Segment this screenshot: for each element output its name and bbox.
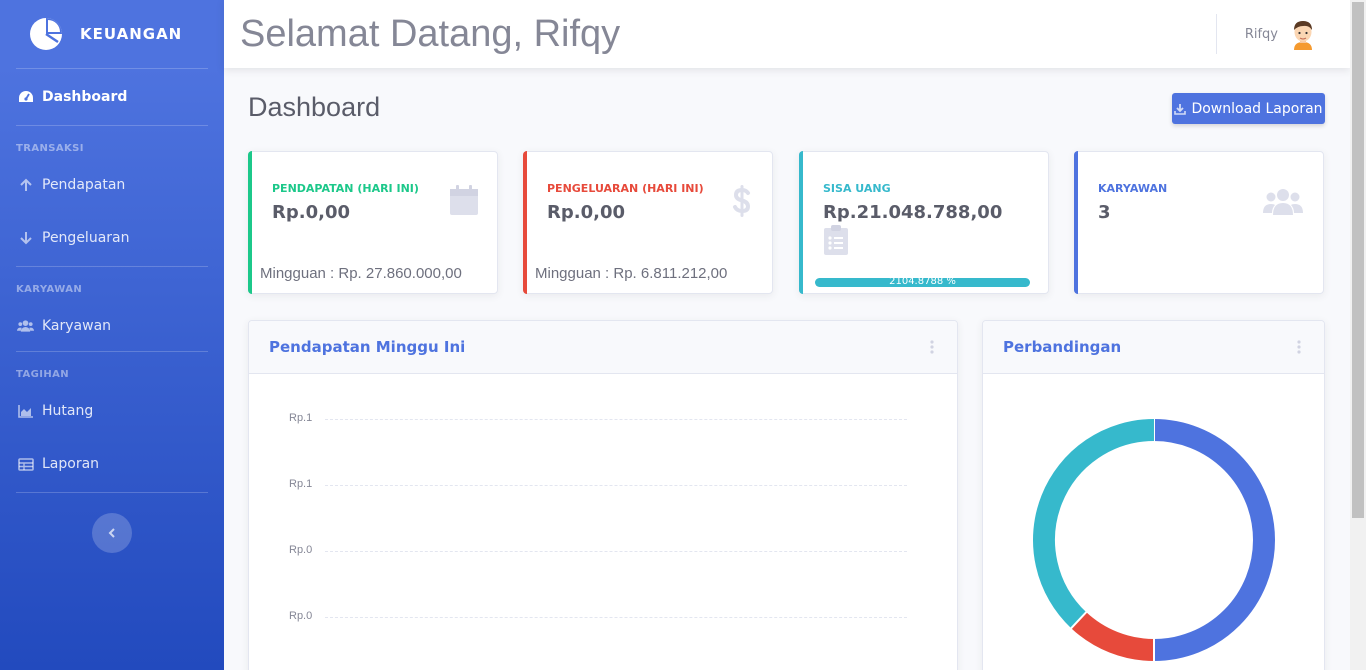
sidebar-heading-transaksi: TRANSAKSI bbox=[16, 143, 84, 154]
area-chart-icon bbox=[17, 403, 34, 419]
sidebar-item-dashboard[interactable]: Dashboard bbox=[0, 69, 224, 125]
download-report-button[interactable]: Download Laporan bbox=[1172, 93, 1325, 124]
card-value: 3 bbox=[1098, 202, 1111, 223]
card-label: PENDAPATAN (HARI INI) bbox=[272, 182, 419, 195]
avatar[interactable] bbox=[1288, 18, 1318, 50]
users-icon bbox=[17, 318, 34, 334]
clipboard-list-icon bbox=[824, 225, 848, 255]
dollar-icon bbox=[733, 185, 751, 217]
sidebar-item-label: Laporan bbox=[42, 456, 100, 472]
sidebar-heading-tagihan: TAGIHAN bbox=[16, 369, 69, 380]
donut-slice[interactable] bbox=[1033, 419, 1155, 629]
sidebar-toggle-wrap bbox=[0, 493, 224, 553]
topbar: Selamat Datang, Rifqy Rifqy bbox=[224, 0, 1350, 68]
y-tick-label: Rp.0 bbox=[289, 544, 313, 556]
gridline bbox=[325, 551, 907, 552]
sidebar-item-label: Karyawan bbox=[42, 318, 112, 334]
sidebar-heading-karyawan: KARYAWAN bbox=[16, 284, 83, 295]
sidebar-item-pendapatan[interactable]: Pendapatan bbox=[0, 160, 224, 210]
table-icon bbox=[17, 456, 34, 472]
card-subtext: Mingguan : Rp. 27.860.000,00 bbox=[260, 265, 462, 282]
topbar-divider bbox=[1215, 14, 1217, 54]
card-accent-bar bbox=[248, 151, 252, 294]
sidebar-item-label: Pengeluaran bbox=[42, 230, 130, 246]
brand-name: KEUANGAN bbox=[80, 25, 183, 43]
panel-header: Pendapatan Minggu Ini bbox=[249, 321, 957, 374]
progress-label: 2104.8788 % bbox=[889, 276, 956, 287]
card-accent-bar bbox=[799, 151, 803, 294]
card-sisa-uang: SISA UANG Rp.21.048.788,00 2104.8788 % bbox=[799, 151, 1049, 294]
card-pendapatan: PENDAPATAN (HARI INI) Rp.0,00 Mingguan :… bbox=[248, 151, 498, 294]
card-pengeluaran: PENGELUARAN (HARI INI) Rp.0,00 Mingguan … bbox=[523, 151, 773, 294]
panel-header: Perbandingan bbox=[983, 321, 1324, 374]
calendar-icon bbox=[450, 185, 478, 215]
gridline bbox=[325, 617, 907, 618]
sidebar-item-hutang[interactable]: Hutang bbox=[0, 386, 224, 436]
gridline bbox=[325, 485, 907, 486]
chevron-left-icon bbox=[108, 528, 115, 538]
sidebar-item-label: Pendapatan bbox=[42, 177, 126, 193]
arrow-up-icon bbox=[17, 177, 34, 193]
user-name[interactable]: Rifqy bbox=[1245, 27, 1278, 42]
pie-chart-logo-icon bbox=[30, 18, 62, 50]
sidebar: KEUANGAN Dashboard TRANSAKSI Pendapatan … bbox=[0, 0, 224, 670]
scrollbar[interactable] bbox=[1350, 0, 1366, 670]
card-subtext: Mingguan : Rp. 6.811.212,00 bbox=[535, 265, 728, 282]
welcome-heading: Selamat Datang, Rifqy bbox=[240, 12, 621, 55]
gridline bbox=[325, 419, 907, 420]
sidebar-toggle-button[interactable] bbox=[92, 513, 132, 553]
kebab-menu-icon[interactable] bbox=[1296, 339, 1302, 355]
panel-title: Pendapatan Minggu Ini bbox=[269, 338, 466, 356]
arrow-down-icon bbox=[17, 230, 34, 246]
card-label: PENGELUARAN (HARI INI) bbox=[547, 182, 704, 195]
donut-chart bbox=[1033, 418, 1275, 662]
user-menu[interactable]: Rifqy bbox=[1215, 0, 1350, 68]
area-chart: Rp.1 Rp.1 Rp.0 Rp.0 bbox=[249, 374, 957, 670]
sidebar-item-pengeluaran[interactable]: Pengeluaran bbox=[0, 210, 224, 266]
scrollbar-thumb[interactable] bbox=[1352, 2, 1364, 518]
card-value: Rp.21.048.788,00 bbox=[823, 202, 1003, 223]
panel-title: Perbandingan bbox=[1003, 338, 1122, 356]
card-accent-bar bbox=[523, 151, 527, 294]
card-accent-bar bbox=[1074, 151, 1078, 294]
sidebar-item-label: Hutang bbox=[42, 403, 94, 419]
card-value: Rp.0,00 bbox=[272, 202, 350, 223]
card-label: SISA UANG bbox=[823, 182, 891, 195]
card-label: KARYAWAN bbox=[1098, 182, 1168, 195]
card-karyawan: KARYAWAN 3 bbox=[1074, 151, 1324, 294]
users-icon bbox=[1263, 189, 1303, 215]
area-chart-panel: Pendapatan Minggu Ini Rp.1 Rp.1 Rp.0 Rp.0 bbox=[248, 320, 958, 670]
y-tick-label: Rp.1 bbox=[289, 478, 313, 490]
donut-slice[interactable] bbox=[1071, 611, 1155, 661]
download-report-label: Download Laporan bbox=[1191, 100, 1323, 117]
donut-slice[interactable] bbox=[1153, 419, 1275, 661]
page-title: Dashboard bbox=[248, 92, 381, 122]
donut-chart-panel: Perbandingan bbox=[982, 320, 1325, 670]
kebab-menu-icon[interactable] bbox=[929, 339, 935, 355]
sidebar-item-label: Dashboard bbox=[42, 89, 128, 105]
sidebar-item-karyawan[interactable]: Karyawan bbox=[0, 301, 224, 351]
card-value: Rp.0,00 bbox=[547, 202, 625, 223]
y-tick-label: Rp.1 bbox=[289, 412, 313, 424]
tachometer-icon bbox=[17, 89, 34, 105]
sidebar-item-laporan[interactable]: Laporan bbox=[0, 436, 224, 492]
y-tick-label: Rp.0 bbox=[289, 610, 313, 622]
brand[interactable]: KEUANGAN bbox=[0, 0, 224, 68]
download-icon bbox=[1174, 103, 1187, 115]
